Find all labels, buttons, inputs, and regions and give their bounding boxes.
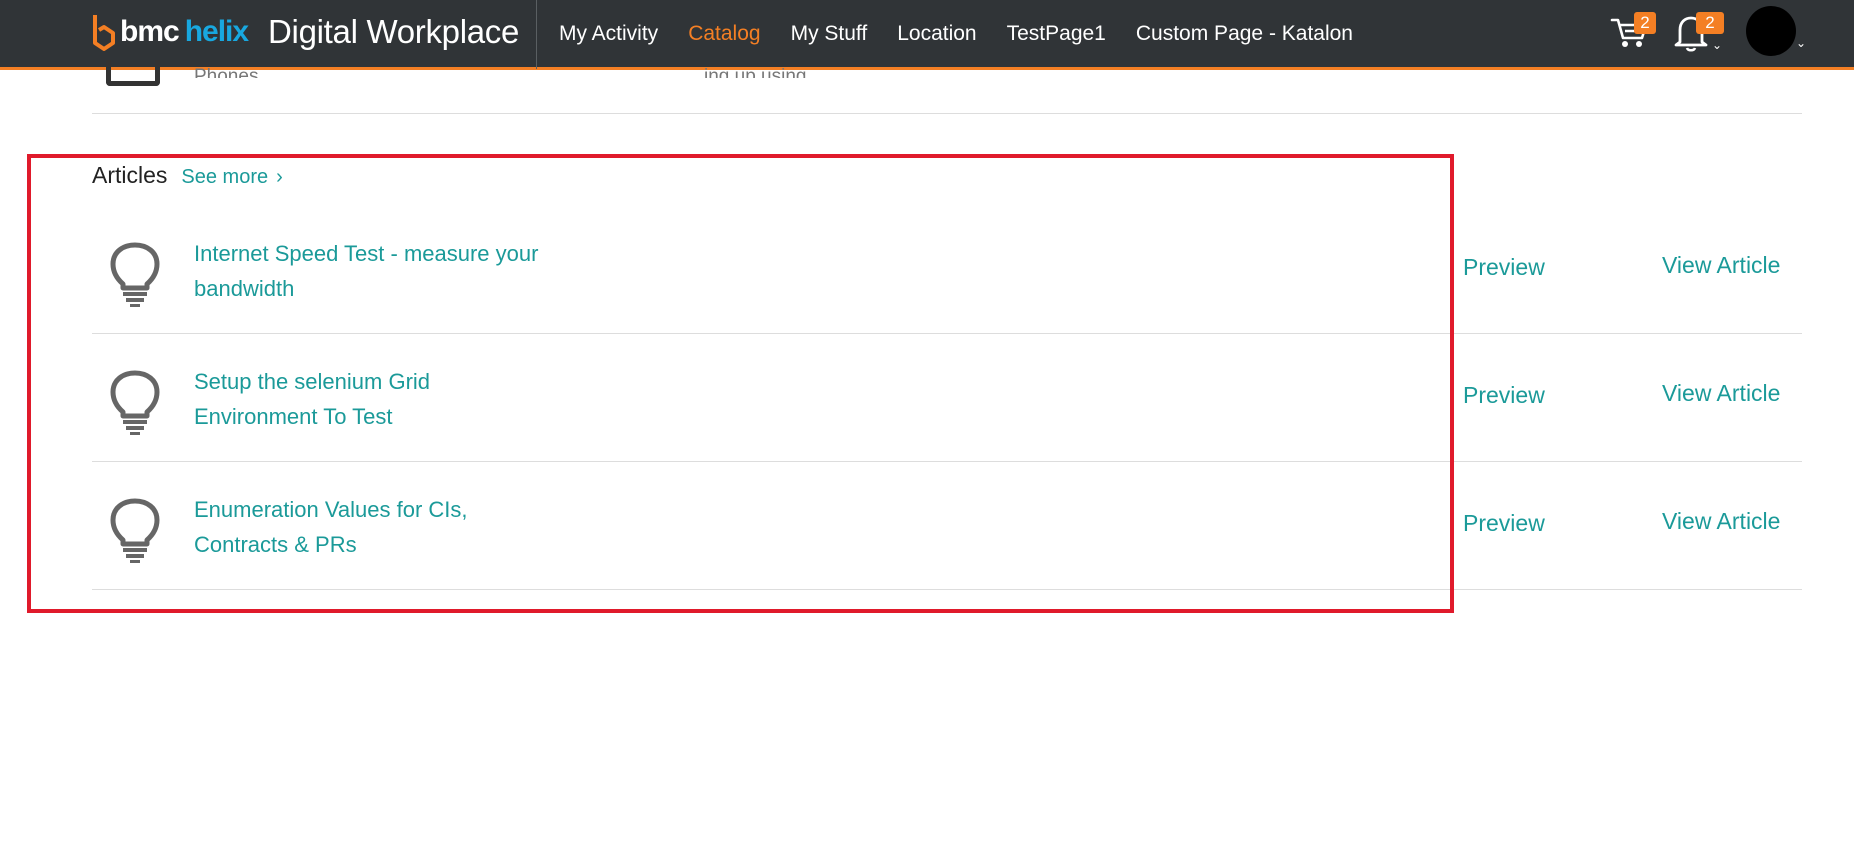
chevron-down-icon: ⌄ <box>1712 38 1723 52</box>
cart-count-badge: 2 <box>1634 12 1656 34</box>
article-row: Setup the selenium Grid Environment To T… <box>92 334 1802 462</box>
main-nav: My Activity Catalog My Stuff Location Te… <box>559 0 1383 67</box>
previous-item-text: Phones <box>194 66 259 78</box>
notifications-count-badge: 2 <box>1696 12 1724 34</box>
previous-list-item: Phones ing up using <box>92 60 1802 114</box>
nav-catalog[interactable]: Catalog <box>688 22 760 46</box>
nav-location[interactable]: Location <box>897 22 976 46</box>
preview-link[interactable]: Preview <box>1463 382 1545 409</box>
see-more-label: See more <box>181 166 269 188</box>
articles-title: Articles <box>92 162 168 188</box>
nav-custom-page-katalon[interactable]: Custom Page - Katalon <box>1136 22 1353 46</box>
article-title-link[interactable]: Setup the selenium Grid Environment To T… <box>194 364 494 434</box>
view-article-link[interactable]: View Article <box>1662 380 1780 407</box>
lightbulb-icon <box>110 370 160 435</box>
lightbulb-icon <box>110 498 160 563</box>
see-more-link[interactable]: See more › <box>181 166 282 189</box>
nav-my-stuff[interactable]: My Stuff <box>791 22 868 46</box>
user-menu[interactable]: ⌄ <box>1744 6 1808 60</box>
phone-icon <box>106 60 160 86</box>
chevron-down-icon: ⌄ <box>1796 36 1807 50</box>
preview-link[interactable]: Preview <box>1463 254 1545 281</box>
nav-testpage1[interactable]: TestPage1 <box>1007 22 1106 46</box>
bmc-logo-mark-icon <box>93 15 115 51</box>
articles-header: Articles See more › <box>92 162 283 189</box>
top-navigation-bar: bmc helix Digital Workplace My Activity … <box>0 0 1854 70</box>
article-title-link[interactable]: Enumeration Values for CIs, Contracts & … <box>194 492 524 562</box>
preview-link[interactable]: Preview <box>1463 510 1545 537</box>
lightbulb-icon <box>110 242 160 307</box>
bmc-helix-logo[interactable]: bmc helix <box>92 12 249 52</box>
chevron-right-icon: › <box>276 166 283 188</box>
view-article-link[interactable]: View Article <box>1662 252 1780 279</box>
header-divider <box>536 0 537 69</box>
logo-bmc-text: bmc <box>120 15 180 48</box>
article-title-link[interactable]: Internet Speed Test - measure your bandw… <box>194 236 614 306</box>
previous-item-description: ing up using <box>704 66 807 78</box>
avatar <box>1746 6 1796 56</box>
logo-helix-text: helix <box>184 15 249 48</box>
app-title: Digital Workplace <box>268 13 520 50</box>
nav-my-activity[interactable]: My Activity <box>559 22 658 46</box>
view-article-link[interactable]: View Article <box>1662 508 1780 535</box>
article-row: Internet Speed Test - measure your bandw… <box>92 206 1802 334</box>
cart-button[interactable]: 2 <box>1610 12 1656 52</box>
article-row: Enumeration Values for CIs, Contracts & … <box>92 462 1802 590</box>
notifications-button[interactable]: 2 ⌄ <box>1674 12 1724 54</box>
